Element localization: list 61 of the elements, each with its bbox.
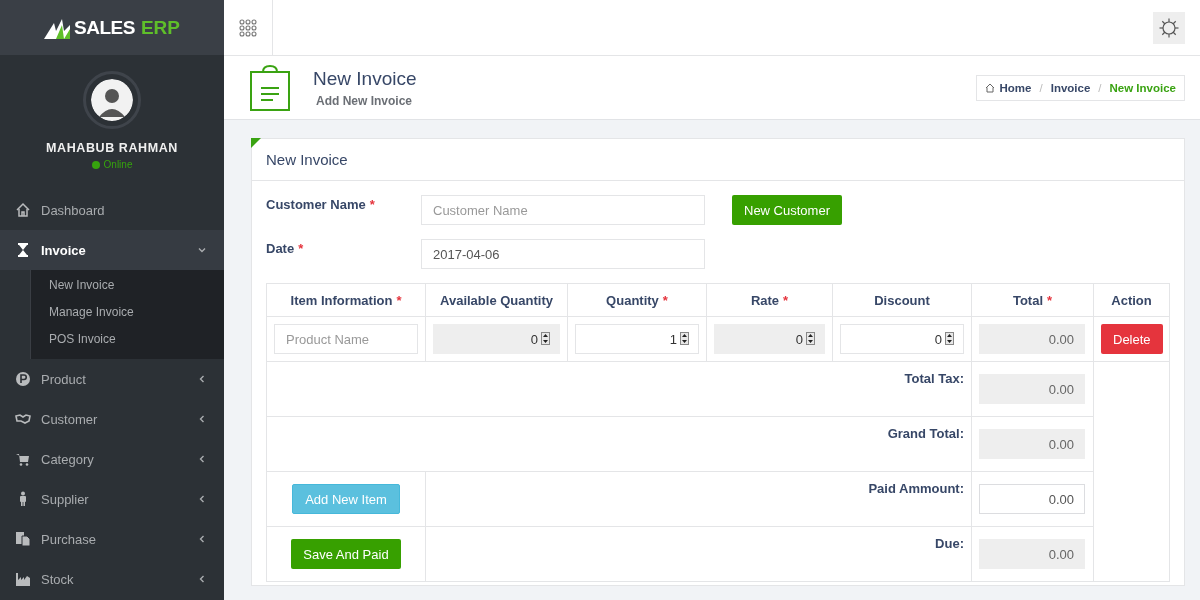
logo-text: SALES [74,16,135,39]
column-header: Item Information * [266,283,426,317]
home-icon [15,202,31,218]
logo-text: ERP [140,16,180,39]
sidebar-item[interactable]: Product [0,359,224,399]
spinner-icon[interactable] [680,332,689,345]
spinner-icon[interactable] [806,332,815,345]
sidebar-item[interactable]: Category [0,439,224,479]
column-header: Quantity * [567,283,707,317]
sidebar-item[interactable]: Dashboard [0,190,224,230]
circle-letter-icon [15,371,31,387]
submenu-item[interactable]: POS Invoice [31,326,224,353]
product-name-field[interactable]: Product Name [274,324,418,354]
page-title: New Invoice [313,67,418,90]
avatar [83,71,141,129]
corner-mark-icon [251,138,261,148]
submenu-item[interactable]: Manage Invoice [31,299,224,326]
spinner-icon[interactable] [541,332,550,345]
summary-label: Due: [935,536,964,551]
user-name: MAHABUB RAHMAN [46,141,178,155]
summary-label: Paid Ammount: [868,481,964,496]
breadcrumb-link[interactable]: New Invoice [1109,81,1176,94]
field-label: Date * [266,240,305,256]
number-field[interactable]: 0 [840,324,964,354]
home-icon [984,82,995,93]
hourglass-icon [15,242,31,258]
column-header: Discount [832,283,972,317]
chart-icon [15,571,31,587]
column-header: Rate * [706,283,833,317]
cart-icon [15,451,31,467]
date-field[interactable]: 2017-04-06 [421,239,705,269]
number-field[interactable]: 1 [575,324,699,354]
page-subtitle: Add New Invoice [316,93,414,108]
documents-icon [15,531,31,547]
sidebar-item[interactable]: Purchase [0,519,224,559]
spinner-icon[interactable] [945,332,954,345]
summary-label: Grand Total: [887,426,964,441]
breadcrumb-link[interactable]: Invoice [1050,81,1091,94]
panel-title: New Invoice [252,139,1184,181]
breadcrumb-link[interactable]: Home [999,81,1032,94]
sidebar-item[interactable]: Stock [0,559,224,599]
field-label: Customer Name * [266,196,376,212]
breadcrumb-separator: / [1098,81,1102,94]
amount-field[interactable]: 0.00 [979,484,1085,514]
summary-label: Total Tax: [904,371,964,386]
sidebar-item[interactable]: Invoice [0,230,224,270]
column-header: Available Quantity [425,283,568,317]
sidebar-item[interactable]: Customer [0,399,224,439]
delete-button[interactable]: Delete [1101,324,1163,354]
column-header: Total * [971,283,1094,317]
column-header: Action [1093,283,1170,317]
settings-button[interactable] [1153,11,1185,44]
sidebar-item[interactable]: Supplier [0,479,224,519]
online-status-icon [91,160,100,169]
breadcrumb-separator: / [1039,81,1043,94]
submenu-item[interactable]: New Invoice [31,272,224,299]
clipboard-icon [249,63,291,112]
user-status: Online [103,159,133,170]
customer-name-field[interactable]: Customer Name [421,195,705,225]
new-customer-button[interactable]: New Customer [732,195,842,225]
apps-grid-icon[interactable] [239,18,257,37]
